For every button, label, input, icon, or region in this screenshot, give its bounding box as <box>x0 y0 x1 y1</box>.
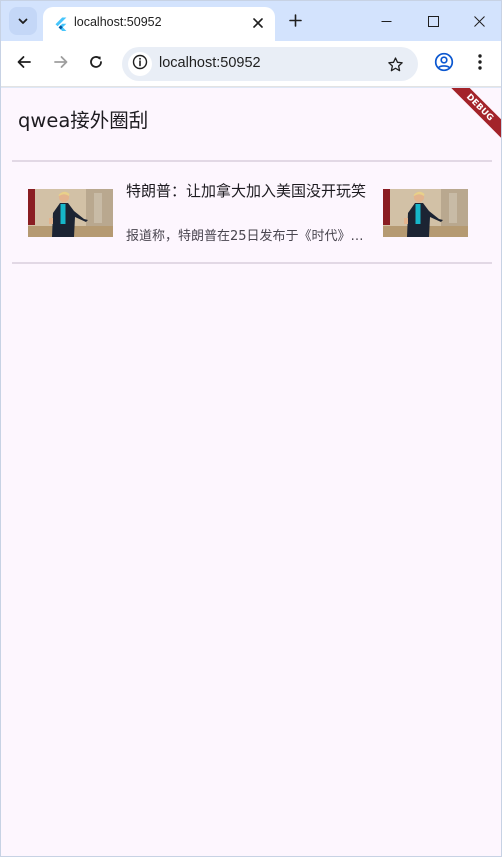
arrow-right-icon <box>53 54 69 74</box>
tab-strip: localhost:50952 <box>1 1 501 41</box>
tab-title: localhost:50952 <box>74 15 162 29</box>
profile-icon <box>434 52 454 76</box>
arrow-left-icon <box>16 54 32 74</box>
menu-button[interactable] <box>466 50 494 78</box>
profile-button[interactable] <box>430 50 458 78</box>
news-thumbnail <box>383 189 468 237</box>
news-summary: 报道称，特朗普在25日发布于《时代》杂志的专访中表示…… <box>126 229 371 244</box>
back-button[interactable] <box>10 50 38 78</box>
site-info-button[interactable] <box>128 52 152 76</box>
window-close-button[interactable] <box>456 1 501 41</box>
maximize-icon <box>427 12 439 31</box>
more-vert-icon <box>478 54 482 74</box>
maximize-button[interactable] <box>410 1 456 41</box>
info-icon <box>132 54 148 74</box>
new-tab-button[interactable] <box>283 9 307 33</box>
browser-tab[interactable]: localhost:50952 <box>43 7 275 41</box>
address-bar[interactable]: localhost:50952 <box>122 47 418 81</box>
news-list-item[interactable]: 特朗普：让加拿大加入美国没开玩笑 报道称，特朗普在25日发布于《时代》杂志的专访… <box>12 162 492 262</box>
reload-icon <box>88 54 104 74</box>
browser-window: localhost:50952 localhost:50952 qwea接外圈刮… <box>0 0 502 857</box>
app-title: qwea接外圈刮 <box>18 109 149 132</box>
divider <box>12 262 492 264</box>
url-text: localhost:50952 <box>159 55 261 71</box>
minimize-icon <box>381 12 392 31</box>
star-icon[interactable] <box>384 53 406 75</box>
minimize-button[interactable] <box>363 1 409 41</box>
close-icon[interactable] <box>249 14 267 32</box>
forward-button[interactable] <box>47 50 75 78</box>
tab-search-button[interactable] <box>9 7 37 35</box>
chevron-down-icon <box>17 12 29 31</box>
news-thumbnail <box>28 189 113 237</box>
plus-icon <box>288 12 302 31</box>
news-title: 特朗普：让加拿大加入美国没开玩笑 <box>126 182 367 200</box>
close-icon <box>473 12 485 31</box>
app-page: qwea接外圈刮 DEBUG 特朗普：让加拿大加入美国没开玩笑 报道称，特朗普在… <box>1 88 501 856</box>
browser-toolbar: localhost:50952 <box>1 41 501 87</box>
reload-button[interactable] <box>82 50 110 78</box>
flutter-icon <box>54 16 68 31</box>
debug-banner: DEBUG <box>440 88 501 148</box>
